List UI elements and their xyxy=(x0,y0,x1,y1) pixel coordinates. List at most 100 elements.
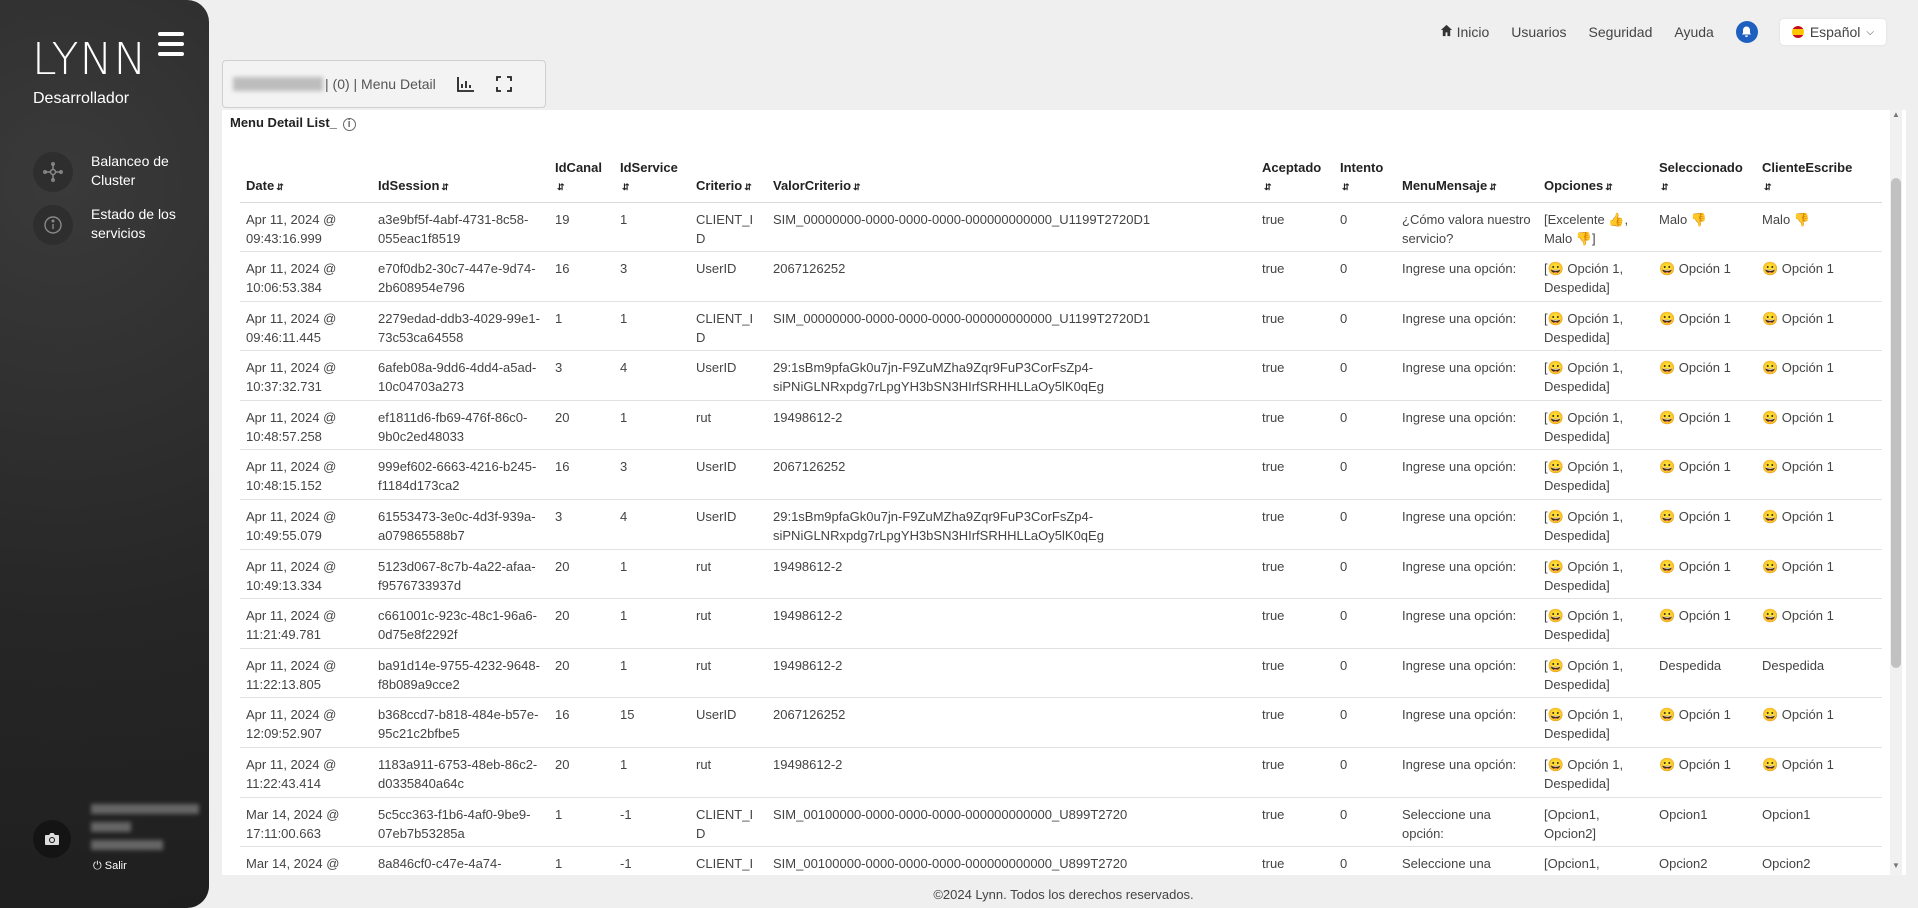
column-header[interactable]: Opciones ⇵ xyxy=(1538,150,1653,203)
table-cell: 0 xyxy=(1334,598,1396,649)
table-cell: Apr 11, 2024 @ 11:22:43.414 xyxy=(240,747,372,798)
column-header[interactable]: IdCanal ⇵ xyxy=(549,150,614,203)
user-role: Desarrollador xyxy=(33,90,130,107)
column-header[interactable]: IdService ⇵ xyxy=(614,150,690,203)
table-cell: CLIENT_ID xyxy=(690,202,767,253)
table-cell: 16 xyxy=(549,251,614,302)
menu-toggle-icon[interactable] xyxy=(158,32,184,56)
table-row[interactable]: Apr 11, 2024 @ 09:46:11.445 2279edad-ddb3… xyxy=(240,301,1882,352)
table-cell: true xyxy=(1256,747,1334,798)
table-cell: SIM_00100000-0000-0000-0000-000000000000… xyxy=(767,797,1256,848)
nav-home[interactable]: Inicio xyxy=(1440,24,1489,40)
sort-icon[interactable]: ⇵ xyxy=(1342,182,1350,192)
table-row[interactable]: Apr 11, 2024 @ 12:09:52.907 b368ccd7-b818… xyxy=(240,697,1882,749)
table-cell: 😀 Opción 1 xyxy=(1756,598,1882,649)
table-cell: 😀 Opción 1 xyxy=(1653,697,1756,749)
column-header[interactable]: Date ⇵ xyxy=(240,150,372,203)
sidebar: LYNN Desarrollador Balanceo de Cluster E… xyxy=(0,0,209,908)
table-cell: -1 xyxy=(614,846,690,872)
table-row[interactable]: Apr 11, 2024 @ 11:22:13.805 ba91d14e-9755… xyxy=(240,648,1882,699)
column-header[interactable]: Aceptado ⇵ xyxy=(1256,150,1334,203)
table-row[interactable]: Apr 11, 2024 @ 10:49:55.079 61553473-3e0c… xyxy=(240,499,1882,550)
fullscreen-icon[interactable] xyxy=(490,72,518,96)
column-header[interactable]: MenuMensaje ⇵ xyxy=(1396,150,1538,203)
camera-icon[interactable] xyxy=(33,820,71,858)
sidebar-item-label: Balanceo de Cluster xyxy=(91,153,169,188)
table-cell: 0 xyxy=(1334,797,1396,848)
table-cell: 1 xyxy=(614,301,690,352)
column-header[interactable]: Intento ⇵ xyxy=(1334,150,1396,203)
table-cell: 1 xyxy=(549,301,614,352)
table-row[interactable]: Apr 11, 2024 @ 10:48:57.258 ef1811d6-fb69… xyxy=(240,400,1882,451)
sort-icon[interactable]: ⇵ xyxy=(744,182,752,192)
sort-icon[interactable]: ⇵ xyxy=(1489,182,1497,192)
notification-bell-icon[interactable] xyxy=(1735,21,1758,43)
table-cell: 😀 Opción 1 xyxy=(1756,251,1882,302)
spain-flag-icon xyxy=(1791,26,1804,38)
column-header[interactable]: Seleccionado ⇵ xyxy=(1653,150,1756,203)
sort-icon[interactable]: ⇵ xyxy=(1605,182,1613,192)
table-cell: 19498612-2 xyxy=(767,598,1256,649)
scroll-down-icon[interactable]: ▼ xyxy=(1890,861,1902,875)
sort-icon[interactable]: ⇵ xyxy=(853,182,861,192)
column-header[interactable]: ValorCriterio ⇵ xyxy=(767,150,1256,203)
table-cell: 1 xyxy=(549,846,614,872)
scroll-thumb[interactable] xyxy=(1891,178,1901,668)
table-row[interactable]: Apr 11, 2024 @ 11:21:49.781 c661001c-923c… xyxy=(240,598,1882,649)
table-cell: 0 xyxy=(1334,499,1396,550)
table-cell: [😀 Opción 1, Despedida] xyxy=(1538,251,1653,302)
table-row[interactable]: Apr 11, 2024 @ 10:06:53.384 e70f0db2-30c7… xyxy=(240,251,1882,302)
table-cell: 15 xyxy=(614,697,690,749)
table-cell: Opcion1 xyxy=(1653,797,1756,848)
sort-icon[interactable]: ⇵ xyxy=(1661,182,1669,192)
table-cell: Apr 11, 2024 @ 12:09:52.907 xyxy=(240,697,372,749)
table-cell: true xyxy=(1256,648,1334,699)
table-cell: 8a846cf0-c47e-4a74- xyxy=(372,846,549,872)
sort-icon[interactable]: ⇵ xyxy=(622,182,630,192)
table-cell: 😀 Opción 1 xyxy=(1653,499,1756,550)
table-cell: 20 xyxy=(549,747,614,798)
sidebar-item-service-status[interactable]: Estado de los servicios xyxy=(33,205,203,245)
nav-help[interactable]: Ayuda xyxy=(1674,24,1713,40)
network-icon xyxy=(33,152,73,192)
nav-users[interactable]: Usuarios xyxy=(1511,24,1566,40)
sidebar-item-cluster-balance[interactable]: Balanceo de Cluster xyxy=(33,152,203,192)
scroll-up-icon[interactable]: ▲ xyxy=(1890,110,1902,124)
sort-icon[interactable]: ⇵ xyxy=(1264,182,1272,192)
table-cell: 😀 Opción 1 xyxy=(1653,350,1756,401)
vertical-scrollbar[interactable]: ▲ ▼ xyxy=(1890,110,1902,875)
table-cell: 2067126252 xyxy=(767,251,1256,302)
sort-icon[interactable]: ⇵ xyxy=(1764,182,1772,192)
logout-button[interactable]: ⏻ Salir xyxy=(93,860,127,873)
column-header-label: Aceptado xyxy=(1262,159,1322,175)
table-row[interactable]: Apr 11, 2024 @ 10:49:13.334 5123d067-8c7b… xyxy=(240,549,1882,600)
column-header[interactable]: ClienteEscribe ⇵ xyxy=(1756,150,1882,203)
sort-icon[interactable]: ⇵ xyxy=(276,182,284,192)
table-cell: ba91d14e-9755-4232-9648-f8b089a9cce2 xyxy=(372,648,549,699)
sort-icon[interactable]: ⇵ xyxy=(557,182,565,192)
language-select[interactable]: Español ⌵ xyxy=(1779,19,1886,45)
table-cell: 19498612-2 xyxy=(767,400,1256,451)
table-row[interactable]: Mar 14, 2024 @ 17:11:00.663 5c5cc363-f1b6… xyxy=(240,797,1882,848)
nav-security[interactable]: Seguridad xyxy=(1589,24,1653,40)
table-cell: rut xyxy=(690,549,767,600)
breadcrumb: | (0) | Menu Detail xyxy=(222,60,546,108)
table-cell: 2067126252 xyxy=(767,697,1256,749)
table-row[interactable]: Mar 14, 2024 @8a846cf0-c47e-4a74- 1 -1 CLIE… xyxy=(240,846,1882,872)
table-cell: rut xyxy=(690,400,767,451)
table-cell: 😀 Opción 1 xyxy=(1653,400,1756,451)
sort-icon[interactable]: ⇵ xyxy=(441,182,449,192)
column-header[interactable]: IdSession ⇵ xyxy=(372,150,549,203)
bar-chart-icon[interactable] xyxy=(452,72,480,96)
blurred-user-detail xyxy=(91,822,131,832)
table-cell: Ingrese una opción: xyxy=(1396,251,1538,302)
table-row[interactable]: Apr 11, 2024 @ 10:48:15.152 999ef602-6663… xyxy=(240,449,1882,501)
table-row[interactable]: Apr 11, 2024 @ 11:22:43.414 1183a911-6753… xyxy=(240,747,1882,798)
info-icon[interactable]: i xyxy=(342,117,356,131)
table-cell: 20 xyxy=(549,400,614,451)
table-row[interactable]: Apr 11, 2024 @ 09:43:16.999 a3e9bf5f-4abf… xyxy=(240,202,1882,253)
column-header[interactable]: Criterio ⇵ xyxy=(690,150,767,203)
table-cell: 0 xyxy=(1334,846,1396,872)
table-cell: Ingrese una opción: xyxy=(1396,400,1538,451)
table-row[interactable]: Apr 11, 2024 @ 10:37:32.731 6afeb08a-9dd6… xyxy=(240,350,1882,401)
